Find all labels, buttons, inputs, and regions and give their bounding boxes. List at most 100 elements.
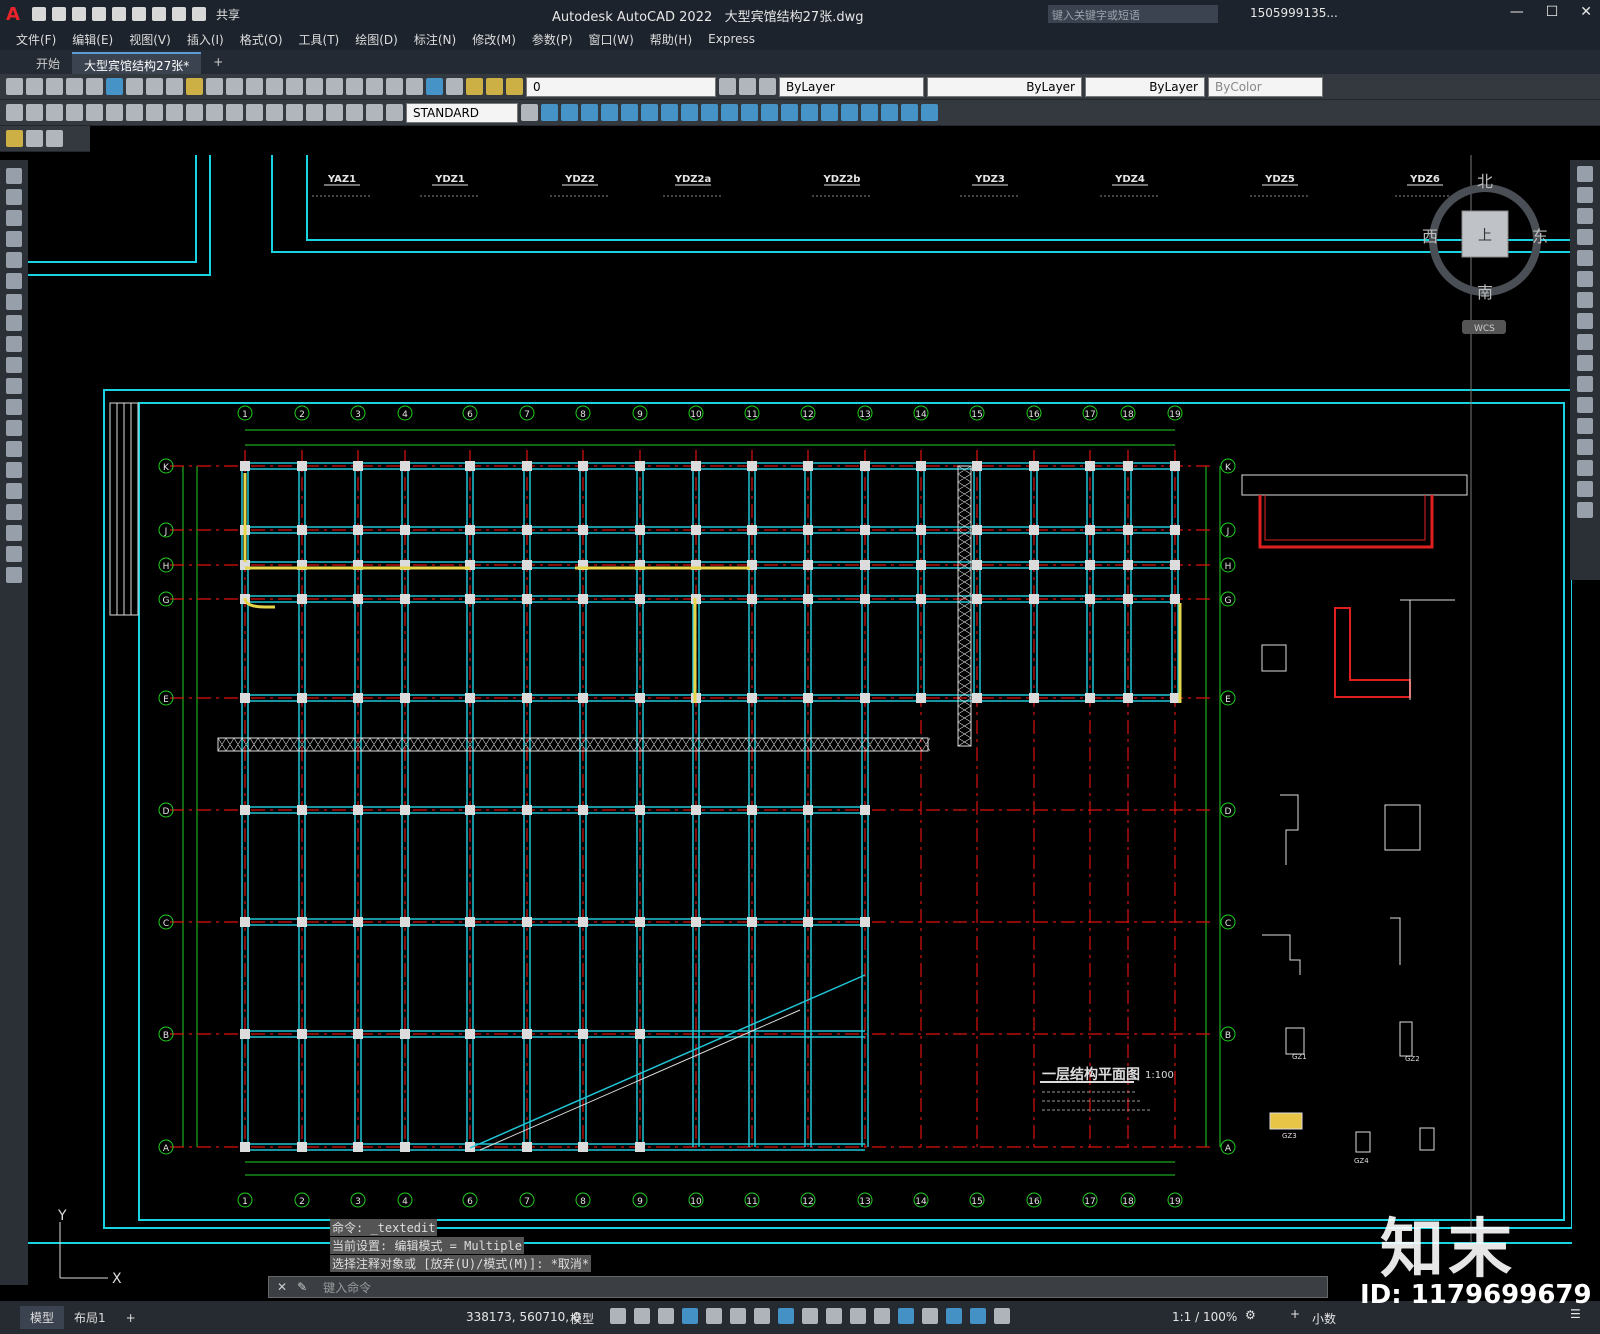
minimize-button[interactable]: — <box>1510 4 1524 20</box>
user-account[interactable]: 1505999135... <box>1250 6 1338 20</box>
join-icon[interactable] <box>1577 418 1593 434</box>
tab-model[interactable]: 模型 <box>20 1306 65 1329</box>
quick-dim-icon[interactable] <box>166 104 183 121</box>
linetype-select[interactable]: ByLayer <box>927 76 1082 97</box>
undo-icon[interactable] <box>172 7 186 21</box>
trim-icon[interactable] <box>1577 355 1593 371</box>
array-icon[interactable] <box>1577 250 1593 266</box>
close-button[interactable]: ✕ <box>1580 4 1592 20</box>
modify-tool-icon[interactable] <box>841 104 858 121</box>
pan-icon[interactable] <box>246 78 263 95</box>
arc-icon[interactable] <box>6 273 22 289</box>
make-block-icon[interactable] <box>6 420 22 436</box>
circle-icon[interactable] <box>6 294 22 310</box>
dim-angular-icon[interactable] <box>146 104 163 121</box>
menu-file[interactable]: 文件(F) <box>16 31 56 48</box>
stretch-icon[interactable] <box>1577 334 1593 350</box>
modify-tool-icon[interactable] <box>561 104 578 121</box>
open-icon[interactable] <box>52 7 66 21</box>
modify-tool-icon[interactable] <box>861 104 878 121</box>
polar-icon[interactable] <box>706 1308 722 1324</box>
menu-insert[interactable]: 插入(I) <box>187 31 224 48</box>
3dosnap-icon[interactable] <box>874 1308 890 1324</box>
xline-icon[interactable] <box>6 189 22 205</box>
plotstyle-select[interactable]: ByColor <box>1208 76 1323 97</box>
rotate-icon[interactable] <box>1577 292 1593 308</box>
modify-tool-icon[interactable] <box>921 104 938 121</box>
modify-tool-icon[interactable] <box>661 104 678 121</box>
modify-tool-icon[interactable] <box>901 104 918 121</box>
modify-tool-icon[interactable] <box>741 104 758 121</box>
center-mark-icon[interactable] <box>286 104 303 121</box>
osnap-icon[interactable] <box>778 1308 794 1324</box>
mtext-icon[interactable] <box>6 546 22 562</box>
undo-icon[interactable] <box>206 78 223 95</box>
revcloud-icon[interactable] <box>6 315 22 331</box>
gradient-icon[interactable] <box>6 483 22 499</box>
tab-start[interactable]: 开始 <box>24 52 72 74</box>
calculator-icon[interactable] <box>406 78 423 95</box>
dim-edit-icon[interactable] <box>346 104 363 121</box>
new-icon[interactable] <box>32 7 46 21</box>
region-icon[interactable] <box>6 504 22 520</box>
layer-manager-icon[interactable] <box>446 78 463 95</box>
plus-icon[interactable]: + <box>1290 1307 1300 1321</box>
dim-break-icon[interactable] <box>246 104 263 121</box>
menu-parametric[interactable]: 参数(P) <box>532 31 573 48</box>
export-icon[interactable] <box>112 7 126 21</box>
modify-tool-icon[interactable] <box>541 104 558 121</box>
fillet-icon[interactable] <box>1577 460 1593 476</box>
dim-space-icon[interactable] <box>226 104 243 121</box>
menu-window[interactable]: 窗口(W) <box>589 31 634 48</box>
paste-icon[interactable] <box>166 78 183 95</box>
modify-tool-icon[interactable] <box>701 104 718 121</box>
modify-tool-icon[interactable] <box>781 104 798 121</box>
sheet-set-icon[interactable] <box>366 78 383 95</box>
table-icon[interactable] <box>6 525 22 541</box>
grid-icon[interactable] <box>610 1308 626 1324</box>
polygon-icon[interactable] <box>6 231 22 247</box>
dim-baseline-icon[interactable] <box>186 104 203 121</box>
snap-icon[interactable] <box>634 1308 650 1324</box>
dim-diameter-icon[interactable] <box>126 104 143 121</box>
import-icon[interactable] <box>132 7 146 21</box>
dim-linear-icon[interactable] <box>6 104 23 121</box>
infer-icon[interactable] <box>658 1308 674 1324</box>
modify-tool-icon[interactable] <box>681 104 698 121</box>
block-edit-icon[interactable] <box>6 130 23 147</box>
dim-radius-icon[interactable] <box>86 104 103 121</box>
add-layout-button[interactable]: + <box>116 1308 146 1328</box>
redo-icon[interactable] <box>192 7 206 21</box>
layer-previous-icon[interactable] <box>739 78 756 95</box>
dim-jogged-icon[interactable] <box>106 104 123 121</box>
layer-states-icon[interactable] <box>759 78 776 95</box>
blend-icon[interactable] <box>1577 481 1593 497</box>
modify-tool-icon[interactable] <box>641 104 658 121</box>
modify-tool-icon[interactable] <box>761 104 778 121</box>
extend-icon[interactable] <box>1577 376 1593 392</box>
auto-scale-icon[interactable] <box>994 1308 1010 1324</box>
menu-format[interactable]: 格式(O) <box>240 31 283 48</box>
match-icon[interactable] <box>186 78 203 95</box>
tab-drawing[interactable]: 大型宾馆结构27张* <box>72 52 202 74</box>
publish-icon[interactable] <box>106 78 123 95</box>
save-icon[interactable] <box>46 78 63 95</box>
help-icon[interactable] <box>426 78 443 95</box>
dim-arc-icon[interactable] <box>46 104 63 121</box>
dim-update-icon[interactable] <box>386 104 403 121</box>
selection-cycling-icon[interactable] <box>850 1308 866 1324</box>
make-current-icon[interactable] <box>719 78 736 95</box>
jogged-linear-icon[interactable] <box>326 104 343 121</box>
gear-icon[interactable]: ⚙ <box>1245 1308 1256 1322</box>
model-space-toggle[interactable]: 模型 <box>570 1310 594 1327</box>
modify-tool-icon[interactable] <box>721 104 738 121</box>
ellipse-icon[interactable] <box>6 357 22 373</box>
color-select[interactable]: ByLayer <box>779 76 924 97</box>
print-icon[interactable] <box>152 7 166 21</box>
menu-modify[interactable]: 修改(M) <box>472 31 516 48</box>
lineweight-icon[interactable] <box>802 1308 818 1324</box>
preview-icon[interactable] <box>86 78 103 95</box>
annotation-visibility-icon[interactable] <box>970 1308 986 1324</box>
dim-style-icon[interactable] <box>521 104 538 121</box>
modify-tool-icon[interactable] <box>801 104 818 121</box>
